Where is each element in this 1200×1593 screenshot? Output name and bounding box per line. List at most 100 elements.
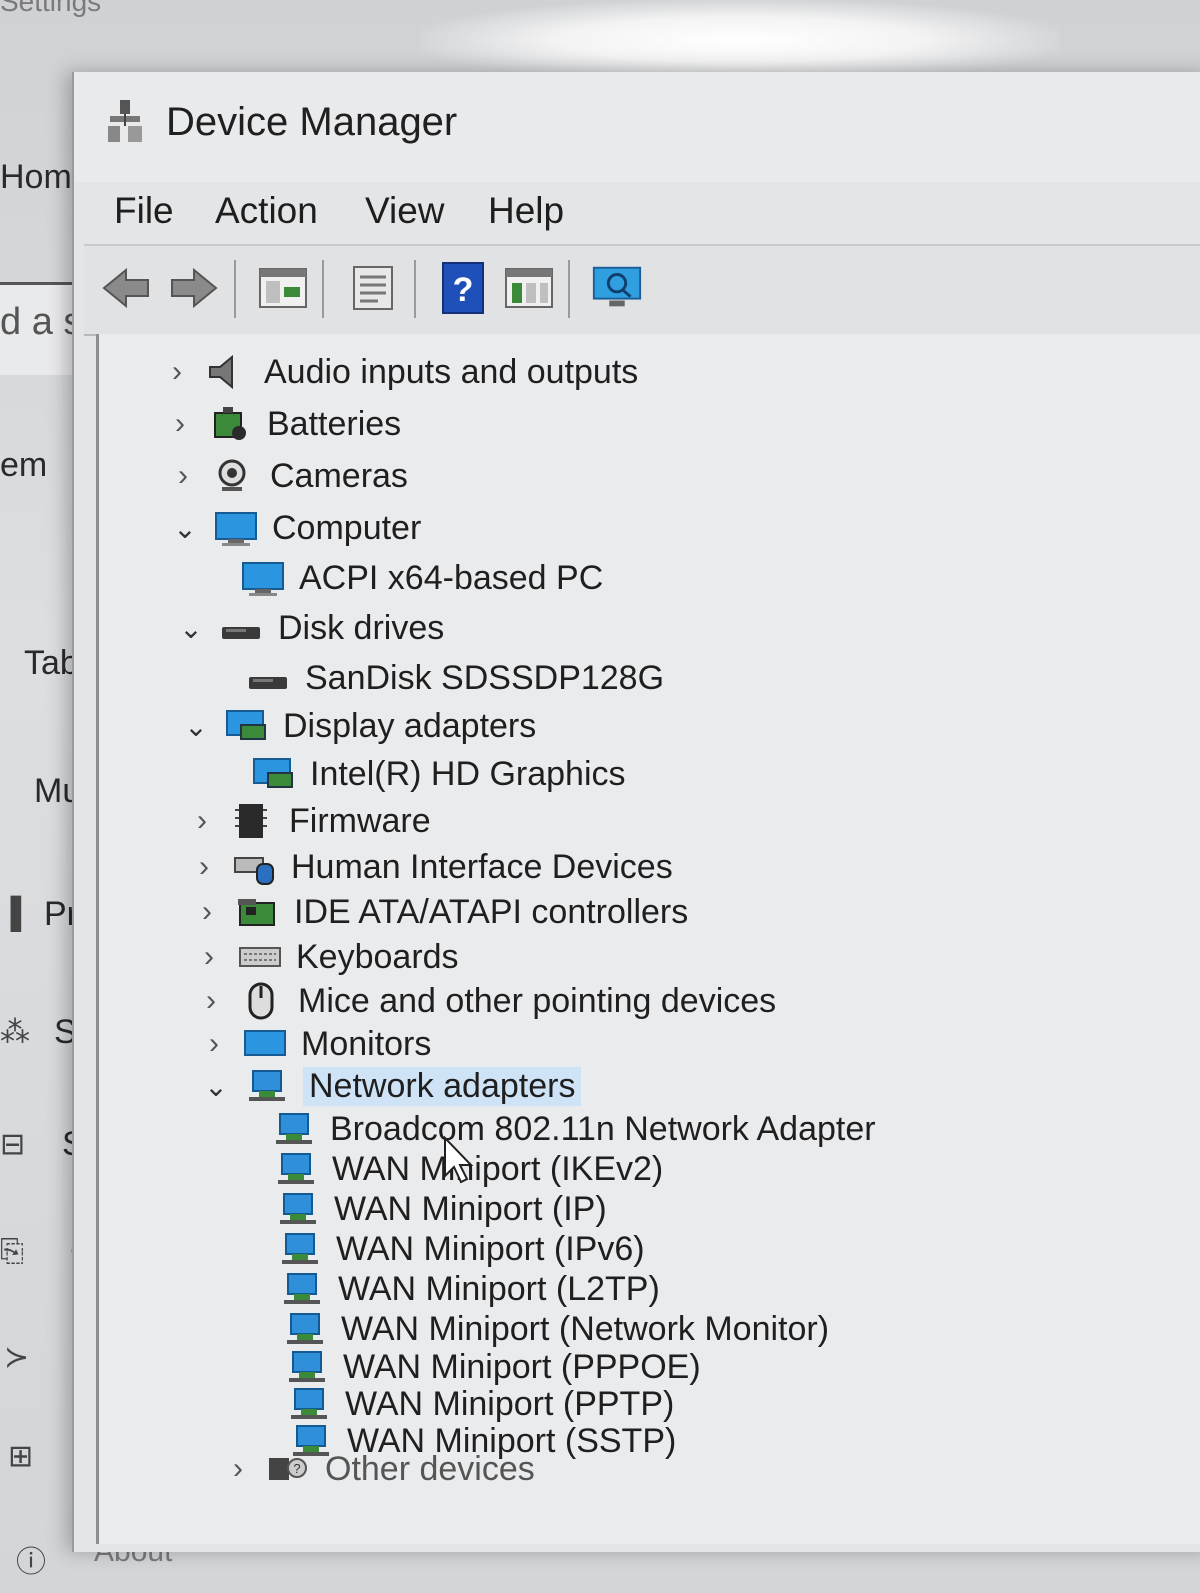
camera-icon xyxy=(212,457,256,495)
tree-item-label: Firmware xyxy=(289,801,431,840)
tree-item[interactable]: Intel(R) HD Graphics xyxy=(238,752,626,796)
tree-item-label: Broadcom 802.11n Network Adapter xyxy=(330,1109,876,1148)
network-adapter-icon xyxy=(276,1190,320,1228)
chevron-down-icon[interactable]: ⌄ xyxy=(181,710,211,743)
svg-text:?: ? xyxy=(293,1461,300,1476)
speaker-icon xyxy=(206,353,250,391)
tree-item-label: IDE ATA/ATAPI controllers xyxy=(294,892,689,931)
tree-item[interactable]: Broadcom 802.11n Network Adapter xyxy=(258,1107,876,1151)
tree-item[interactable]: ›? Other devices xyxy=(223,1454,535,1484)
computer-icon xyxy=(241,559,285,597)
network-adapter-icon xyxy=(280,1270,324,1308)
tree-item-label: WAN Miniport (PPPOE) xyxy=(343,1347,701,1386)
tree-item-label: Batteries xyxy=(267,404,402,443)
toolbar-separator xyxy=(234,260,236,318)
tree-item[interactable]: › Cameras xyxy=(168,454,408,498)
display-adapter-icon xyxy=(225,707,269,745)
display-adapter-icon xyxy=(252,755,296,793)
firmware-icon xyxy=(231,802,275,840)
computer-icon xyxy=(214,509,258,547)
chevron-down-icon[interactable]: ⌄ xyxy=(176,612,206,645)
chevron-right-icon[interactable]: › xyxy=(189,850,219,884)
tree-item[interactable]: › Batteries xyxy=(165,402,401,446)
properties-button[interactable] xyxy=(346,260,400,316)
tree-item-label: WAN Miniport (PPTP) xyxy=(345,1384,675,1423)
title-bar[interactable]: Device Manager xyxy=(74,72,1200,182)
tree-item[interactable]: ACPI x64-based PC xyxy=(227,556,603,600)
network-adapter-icon xyxy=(285,1348,329,1386)
settings-nav-item[interactable]: em xyxy=(0,446,47,485)
back-arrow-icon xyxy=(102,267,149,309)
info-icon: ⓘ xyxy=(16,1546,46,1579)
tree-item[interactable]: › Mice and other pointing devices xyxy=(196,979,776,1023)
chevron-right-icon[interactable]: › xyxy=(223,1454,253,1484)
disk-drive-icon xyxy=(220,609,264,647)
tree-item[interactable]: › Audio inputs and outputs xyxy=(162,350,638,394)
scan-hardware-changes-button[interactable] xyxy=(590,260,644,316)
tree-item-label: Monitors xyxy=(301,1024,432,1063)
forward-button[interactable] xyxy=(166,260,220,316)
chevron-right-icon[interactable]: › xyxy=(194,940,224,974)
tree-item[interactable]: ⌄ Display adapters xyxy=(181,704,536,748)
device-tree[interactable]: › Audio inputs and outputs › Batteries › Came… xyxy=(96,334,1200,1544)
optional-features-icon: ⊞ xyxy=(8,1440,34,1473)
remote-icon: ≻ xyxy=(4,1341,30,1374)
toolbar-separator xyxy=(414,260,416,318)
tree-item[interactable]: › Monitors xyxy=(199,1022,431,1066)
resources-view-icon xyxy=(505,268,553,308)
tree-item-label: Mice and other pointing devices xyxy=(298,981,777,1020)
window-title: Device Manager xyxy=(166,100,458,144)
screen-glare xyxy=(420,0,1060,80)
chevron-right-icon[interactable]: › xyxy=(192,895,222,929)
chevron-right-icon[interactable]: › xyxy=(165,407,195,441)
back-button[interactable] xyxy=(100,260,154,316)
toolbar-separator xyxy=(568,260,570,318)
device-manager-window: Device Manager File Action View Help ? ›… xyxy=(72,72,1200,1552)
tree-item[interactable]: WAN Miniport (IP) xyxy=(262,1187,607,1231)
settings-nav-item[interactable]: Hom xyxy=(0,158,72,197)
help-button[interactable]: ? xyxy=(436,260,490,316)
network-adapter-icon xyxy=(245,1067,289,1105)
clipboard-icon: ⎘ xyxy=(0,1235,24,1268)
chevron-right-icon[interactable]: › xyxy=(187,804,217,838)
network-adapter-icon xyxy=(272,1110,316,1148)
help-question-icon: ? xyxy=(442,262,484,314)
tree-item-label: WAN Miniport (IPv6) xyxy=(336,1229,645,1268)
tree-item-label: Other devices xyxy=(325,1454,535,1484)
tree-item[interactable]: ⌄ Computer xyxy=(170,506,421,550)
tree-item-label: SanDisk SDSSDP128G xyxy=(305,658,665,697)
tree-item-label: Disk drives xyxy=(278,608,445,647)
tree-item-label: WAN Miniport (IKEv2) xyxy=(332,1149,664,1188)
tree-item[interactable]: SanDisk SDSSDP128G xyxy=(233,656,664,700)
mouse-cursor-icon xyxy=(444,1136,473,1184)
view-resources-button[interactable] xyxy=(502,260,556,316)
tree-item[interactable]: › Keyboards xyxy=(194,935,459,979)
chevron-down-icon[interactable]: ⌄ xyxy=(170,512,200,545)
tree-item[interactable]: ⌄ Disk drives xyxy=(176,606,444,650)
menu-action[interactable]: Action xyxy=(215,190,318,232)
chevron-right-icon[interactable]: › xyxy=(168,459,198,493)
tree-item[interactable]: › Firmware xyxy=(187,799,431,843)
tree-item[interactable]: ⌄ Network adapters xyxy=(201,1064,582,1108)
tree-item-label: Cameras xyxy=(270,456,408,495)
chevron-right-icon[interactable]: › xyxy=(199,1027,229,1061)
tree-item-label: Intel(R) HD Graphics xyxy=(310,754,626,793)
tree-item[interactable]: › IDE ATA/ATAPI controllers xyxy=(192,890,688,934)
menu-view[interactable]: View xyxy=(365,190,445,232)
monitor-icon xyxy=(243,1025,287,1063)
chevron-down-icon[interactable]: ⌄ xyxy=(201,1070,231,1103)
device-manager-icon xyxy=(108,100,142,142)
network-adapter-icon xyxy=(287,1385,331,1423)
menu-bar: File Action View Help xyxy=(74,182,1200,242)
menu-file[interactable]: File xyxy=(114,190,174,232)
menu-help[interactable]: Help xyxy=(488,190,564,232)
chevron-right-icon[interactable]: › xyxy=(196,984,226,1018)
show-hide-console-tree-button[interactable] xyxy=(256,260,310,316)
tree-item[interactable]: WAN Miniport (L2TP) xyxy=(266,1267,660,1311)
tree-item[interactable]: › Human Interface Devices xyxy=(189,845,673,889)
chevron-right-icon[interactable]: › xyxy=(162,355,192,389)
properties-sheet-icon xyxy=(353,266,393,310)
tree-item[interactable]: WAN Miniport (IPv6) xyxy=(264,1227,645,1271)
network-adapter-icon xyxy=(278,1230,322,1268)
console-tree-icon xyxy=(259,268,307,308)
